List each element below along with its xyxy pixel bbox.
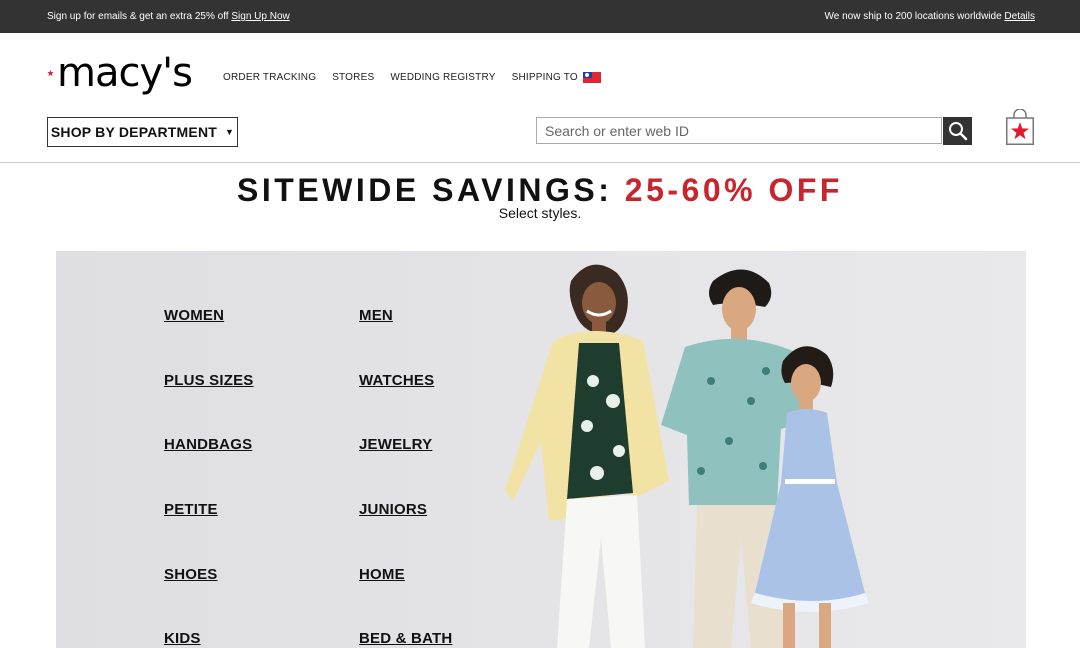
- shopping-bag-button[interactable]: [1006, 108, 1034, 145]
- promo-headline-text: SITEWIDE SAVINGS:: [237, 172, 613, 208]
- category-link-women[interactable]: WOMEN: [164, 307, 224, 324]
- search-icon: [948, 122, 967, 141]
- category-link-jewelry[interactable]: JEWELRY: [359, 436, 432, 453]
- star-icon: [47, 69, 54, 77]
- shipping-promo: We now ship to 200 locations worldwide D…: [825, 11, 1036, 22]
- email-promo-text: Sign up for emails & get an extra 25% of…: [47, 11, 229, 22]
- utility-nav: ORDER TRACKING STORES WEDDING REGISTRY S…: [223, 72, 601, 83]
- category-link-watches[interactable]: WATCHES: [359, 372, 434, 389]
- promo-headline: SITEWIDE SAVINGS: 25-60% OFF: [0, 172, 1080, 209]
- search-input[interactable]: [536, 117, 942, 144]
- hero-models-image: [505, 264, 869, 648]
- category-link-men[interactable]: MEN: [359, 307, 393, 324]
- category-link-kids[interactable]: KIDS: [164, 630, 201, 647]
- promo-offer: 25-60% OFF: [624, 172, 843, 208]
- order-tracking-link[interactable]: ORDER TRACKING: [223, 72, 316, 83]
- shop-by-department-label: SHOP BY DEPARTMENT: [50, 124, 218, 140]
- sign-up-link[interactable]: Sign Up Now: [231, 11, 289, 22]
- woman-figure: [505, 264, 669, 648]
- caret-down-icon: ▼: [225, 127, 235, 137]
- wedding-registry-link[interactable]: WEDDING REGISTRY: [390, 72, 495, 83]
- promo-banner[interactable]: SITEWIDE SAVINGS: 25-60% OFF Select styl…: [0, 172, 1080, 221]
- hero-banner: WOMEN MEN PLUS SIZES WATCHES HANDBAGS JE…: [56, 251, 1026, 648]
- header-divider: [0, 162, 1080, 163]
- category-link-plus-sizes[interactable]: PLUS SIZES: [164, 372, 254, 389]
- stores-link[interactable]: STORES: [332, 72, 374, 83]
- category-link-shoes[interactable]: SHOES: [164, 566, 218, 583]
- shop-by-department-button[interactable]: SHOP BY DEPARTMENT ▼: [47, 117, 238, 147]
- details-link[interactable]: Details: [1004, 11, 1035, 22]
- promo-subtext: Select styles.: [498, 205, 582, 221]
- shopping-bag-icon: [1006, 108, 1034, 145]
- top-promo-bar: Sign up for emails & get an extra 25% of…: [0, 0, 1080, 33]
- shipping-to-label: SHIPPING TO: [511, 72, 578, 83]
- category-link-home[interactable]: HOME: [359, 566, 405, 583]
- macys-logo[interactable]: macy's: [47, 50, 193, 96]
- category-link-bed-bath[interactable]: BED & BATH: [359, 630, 452, 647]
- shipping-promo-text: We now ship to 200 locations worldwide: [824, 11, 1002, 22]
- search-button[interactable]: [943, 117, 972, 145]
- category-link-petite[interactable]: PETITE: [164, 501, 218, 518]
- email-promo: Sign up for emails & get an extra 25% of…: [47, 11, 290, 22]
- category-link-juniors[interactable]: JUNIORS: [359, 501, 427, 518]
- taiwan-flag-icon: [582, 72, 601, 83]
- shipping-to-selector[interactable]: SHIPPING TO: [512, 72, 601, 83]
- category-link-handbags[interactable]: HANDBAGS: [164, 436, 252, 453]
- logo-wordmark: macy's: [57, 50, 193, 96]
